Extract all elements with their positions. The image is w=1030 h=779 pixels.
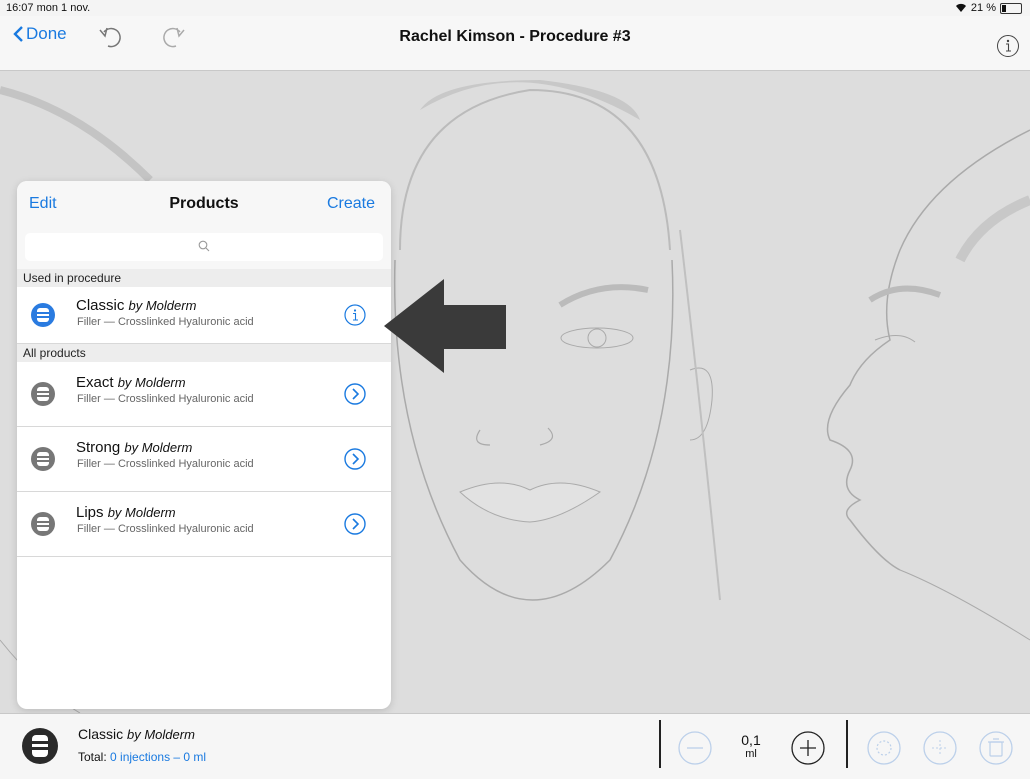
product-description: Filler — Crosslinked Hyaluronic acid bbox=[77, 523, 254, 535]
battery-percent: 21 % bbox=[970, 2, 996, 14]
move-icon[interactable] bbox=[922, 730, 958, 766]
plus-icon[interactable] bbox=[790, 730, 826, 766]
annotation-arrow-icon bbox=[384, 279, 506, 373]
create-button[interactable]: Create bbox=[327, 195, 375, 213]
selected-product-jar-icon bbox=[22, 728, 58, 764]
product-description: Filler — Crosslinked Hyaluronic acid bbox=[77, 393, 254, 405]
minus-icon[interactable] bbox=[677, 730, 713, 766]
info-icon[interactable] bbox=[996, 34, 1020, 58]
popover-header: Edit Products Create bbox=[17, 181, 391, 229]
section-header-all: All products bbox=[17, 344, 391, 362]
jar-icon bbox=[31, 447, 55, 471]
dotted-circle-icon[interactable] bbox=[866, 730, 902, 766]
product-row-strong[interactable]: Strong by Molderm Filler — Crosslinked H… bbox=[17, 427, 391, 492]
product-name: Exact by Molderm bbox=[76, 374, 186, 391]
section-header-used: Used in procedure bbox=[17, 269, 391, 287]
volume-value: 0,1 ml bbox=[741, 732, 761, 760]
bottom-toolbar: Classic by Molderm Total: 0 injections –… bbox=[0, 713, 1030, 779]
jar-icon bbox=[31, 512, 55, 536]
injection-total: Total: 0 injections – 0 ml bbox=[78, 750, 207, 764]
product-name: Strong by Molderm bbox=[76, 439, 193, 456]
jar-icon bbox=[31, 382, 55, 406]
status-time: 16:07 mon 1 nov. bbox=[6, 2, 91, 14]
chevron-right-icon[interactable] bbox=[344, 448, 366, 470]
search-field bbox=[25, 233, 387, 263]
divider bbox=[659, 720, 661, 768]
product-row-lips[interactable]: Lips by Molderm Filler — Crosslinked Hya… bbox=[17, 492, 391, 557]
wifi-icon bbox=[955, 3, 966, 13]
jar-icon bbox=[31, 303, 55, 327]
divider bbox=[846, 720, 848, 768]
page-title: Rachel Kimson - Procedure #3 bbox=[399, 28, 631, 45]
chevron-right-icon[interactable] bbox=[344, 513, 366, 535]
product-row-exact[interactable]: Exact by Molderm Filler — Crosslinked Hy… bbox=[17, 362, 391, 427]
search-icon bbox=[198, 240, 210, 252]
trash-icon[interactable] bbox=[978, 730, 1014, 766]
product-description: Filler — Crosslinked Hyaluronic acid bbox=[77, 458, 254, 470]
search-bar bbox=[17, 229, 391, 269]
battery-status: 21 % bbox=[955, 2, 1022, 14]
navigation-bar: Done Rachel Kimson - Procedure #3 bbox=[0, 16, 1030, 71]
selected-product-name: Classic by Molderm bbox=[78, 726, 195, 742]
products-popover: Edit Products Create Used in procedure C… bbox=[17, 181, 391, 709]
status-bar: 16:07 mon 1 nov. 21 % bbox=[0, 0, 1030, 16]
product-name: Classic by Molderm bbox=[76, 297, 197, 314]
product-name: Lips by Molderm bbox=[76, 504, 176, 521]
product-row-classic[interactable]: Classic by Molderm Filler — Crosslinked … bbox=[17, 287, 391, 344]
chevron-right-icon[interactable] bbox=[344, 383, 366, 405]
battery-icon bbox=[1000, 2, 1022, 14]
product-description: Filler — Crosslinked Hyaluronic acid bbox=[77, 316, 254, 328]
info-icon[interactable] bbox=[344, 304, 366, 326]
